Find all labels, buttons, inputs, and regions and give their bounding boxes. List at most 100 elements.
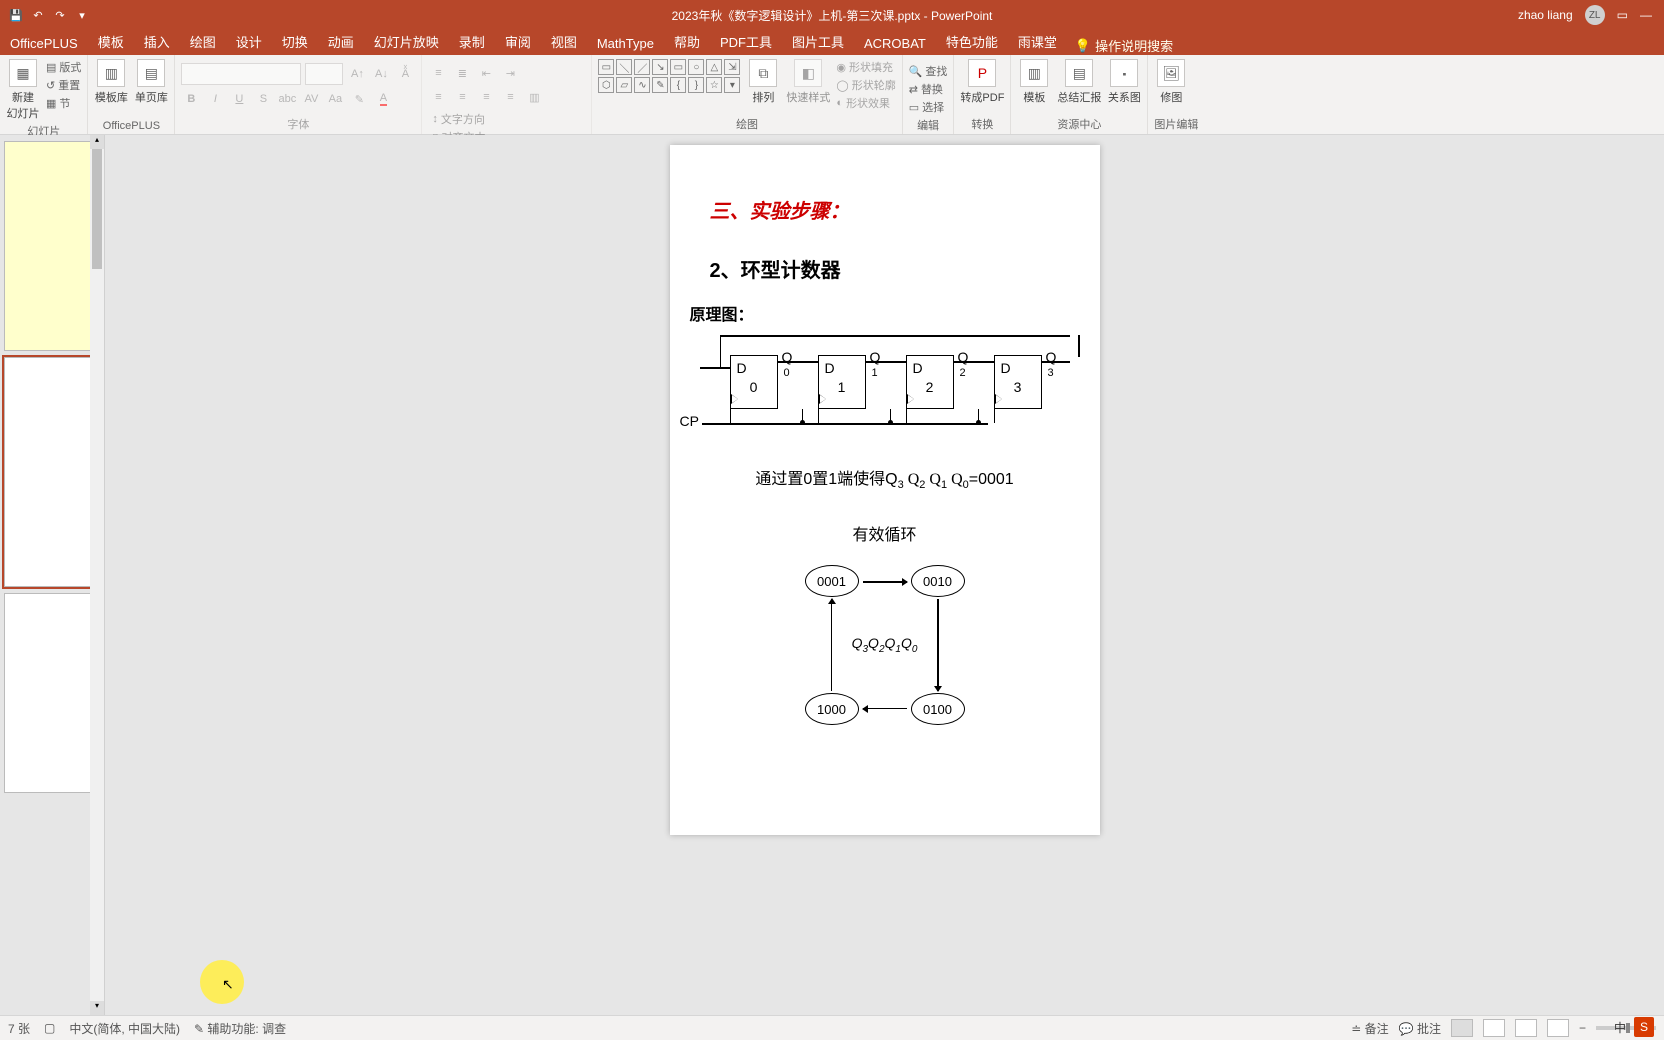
align-right-button[interactable]: ≡ [476,87,496,107]
tab-insert[interactable]: 插入 [134,28,180,55]
slide-thumbnail[interactable] [4,141,100,351]
tab-special[interactable]: 特色功能 [936,28,1008,55]
decrease-font-icon[interactable]: A↓ [371,64,391,84]
numbering-button[interactable]: ≣ [452,63,472,83]
sorter-view-button[interactable] [1483,1019,1505,1037]
tab-officeplus[interactable]: OfficePLUS [0,32,88,55]
notes-indicator-icon[interactable]: ▢ [44,1021,55,1035]
save-icon[interactable]: 💾 [8,7,24,23]
normal-view-button[interactable] [1451,1019,1473,1037]
shape-line2-icon[interactable]: ／ [634,59,650,75]
scrollbar-thumb[interactable] [92,149,102,269]
strike-button[interactable]: S [253,89,273,109]
font-color-button[interactable]: A [373,89,393,109]
layout-button[interactable]: ▤版式 [46,59,81,75]
decrease-indent-button[interactable]: ⇤ [476,63,496,83]
shadow-button[interactable]: abc [277,89,297,109]
shape-star-icon[interactable]: ☆ [706,77,722,93]
align-center-button[interactable]: ≡ [452,87,472,107]
tab-rain[interactable]: 雨课堂 [1008,28,1067,55]
tab-template[interactable]: 模板 [88,28,134,55]
username-label[interactable]: zhao liang [1518,8,1573,22]
clear-format-icon[interactable]: Aͯ [395,64,415,84]
minimize-icon[interactable]: — [1640,8,1652,22]
ribbon-display-icon[interactable]: ▭ [1617,8,1628,22]
language-label[interactable]: 中文(简体, 中国大陆) [69,1020,180,1037]
char-spacing-button[interactable]: AV [301,89,321,109]
quick-styles-button[interactable]: ◧快速样式 [786,59,830,105]
tab-animations[interactable]: 动画 [318,28,364,55]
arrange-button[interactable]: ⧉排列 [746,59,780,105]
replace-button[interactable]: ⇄替换 [909,81,948,97]
font-family-combo[interactable] [181,63,301,85]
shape-rect-icon[interactable]: ▭ [598,59,614,75]
slide-thumbnail[interactable] [4,593,100,793]
section-button[interactable]: ▦节 [46,95,81,111]
reset-button[interactable]: ↺重置 [46,77,81,93]
select-button[interactable]: ▭选择 [909,99,948,115]
accessibility-label[interactable]: ✎ 辅助功能: 调查 [194,1020,286,1037]
tab-record[interactable]: 录制 [449,28,495,55]
text-direction-button[interactable]: ↕文字方向 [432,111,585,127]
template-lib-button[interactable]: ▥模板库 [94,59,128,105]
increase-font-icon[interactable]: A↑ [347,64,367,84]
shapes-gallery[interactable]: ▭＼／↘▭○△⇲ ⬡▱∿✎{}☆▾ [598,59,740,93]
slideshow-view-button[interactable] [1547,1019,1569,1037]
ime-lang-label[interactable]: 中 [1614,1019,1626,1036]
single-page-button[interactable]: ▤单页库 [134,59,168,105]
tab-slideshow[interactable]: 幻灯片放映 [364,28,449,55]
bold-button[interactable]: B [181,89,201,109]
shape-tri-icon[interactable]: △ [706,59,722,75]
scroll-up-icon[interactable]: ▴ [90,135,104,149]
shape-more-icon[interactable]: ⇲ [724,59,740,75]
tab-acrobat[interactable]: ACROBAT [854,32,936,55]
undo-icon[interactable]: ↶ [30,7,46,23]
shape-para-icon[interactable]: ▱ [616,77,632,93]
font-size-combo[interactable] [305,63,343,85]
find-button[interactable]: 🔍查找 [909,63,948,79]
highlight-button[interactable]: ✎ [349,89,369,109]
align-left-button[interactable]: ≡ [428,87,448,107]
tab-view[interactable]: 视图 [541,28,587,55]
notes-button[interactable]: ≐ 备注 [1351,1020,1388,1037]
res-template-button[interactable]: ▥模板 [1017,59,1051,105]
columns-button[interactable]: ▥ [524,87,544,107]
shape-fill-button[interactable]: ◉形状填充 [836,59,895,75]
comments-button[interactable]: 💬 批注 [1399,1020,1441,1037]
shape-expand-icon[interactable]: ▾ [724,77,740,93]
qat-dropdown-icon[interactable]: ▾ [74,7,90,23]
res-mind-button[interactable]: ⬝关系图 [1107,59,1141,105]
new-slide-button[interactable]: ▦ 新建 幻灯片 [6,59,40,121]
tab-draw[interactable]: 绘图 [180,28,226,55]
shape-effects-button[interactable]: ◐形状效果 [836,95,895,111]
shape-arrow-icon[interactable]: ↘ [652,59,668,75]
tab-help[interactable]: 帮助 [664,28,710,55]
underline-button[interactable]: U [229,89,249,109]
tab-transitions[interactable]: 切换 [272,28,318,55]
bullets-button[interactable]: ≡ [428,63,448,83]
reading-view-button[interactable] [1515,1019,1537,1037]
ime-badge[interactable]: S [1634,1017,1654,1037]
to-pdf-button[interactable]: P转成PDF [960,59,1004,105]
increase-indent-button[interactable]: ⇥ [500,63,520,83]
slide-thumbnail-selected[interactable] [4,357,100,587]
res-summary-button[interactable]: ▤总结汇报 [1057,59,1101,105]
tab-design[interactable]: 设计 [226,28,272,55]
fix-image-button[interactable]: 🖼修图 [1154,59,1188,105]
tell-me-search[interactable]: 💡 操作说明搜索 [1075,36,1173,55]
tab-mathtype[interactable]: MathType [587,32,664,55]
tab-pictools[interactable]: 图片工具 [782,28,854,55]
change-case-button[interactable]: Aa [325,89,345,109]
shape-outline-button[interactable]: ◯形状轮廓 [836,77,895,93]
shape-brace-icon[interactable]: { [670,77,686,93]
redo-icon[interactable]: ↷ [52,7,68,23]
slide-thumbnail-pane[interactable]: ▴ ▾ [0,135,105,1015]
italic-button[interactable]: I [205,89,225,109]
thumbnail-scrollbar[interactable]: ▴ ▾ [90,135,104,1015]
shape-free-icon[interactable]: ✎ [652,77,668,93]
shape-oval-icon[interactable]: ○ [688,59,704,75]
slide-count-label[interactable]: 7 张 [8,1020,30,1037]
shape-rect2-icon[interactable]: ▭ [670,59,686,75]
slide-editor[interactable]: 三、实验步骤： 2、环型计数器 原理图： CP D0 Q 0 [105,135,1664,1015]
shape-line-icon[interactable]: ＼ [616,59,632,75]
